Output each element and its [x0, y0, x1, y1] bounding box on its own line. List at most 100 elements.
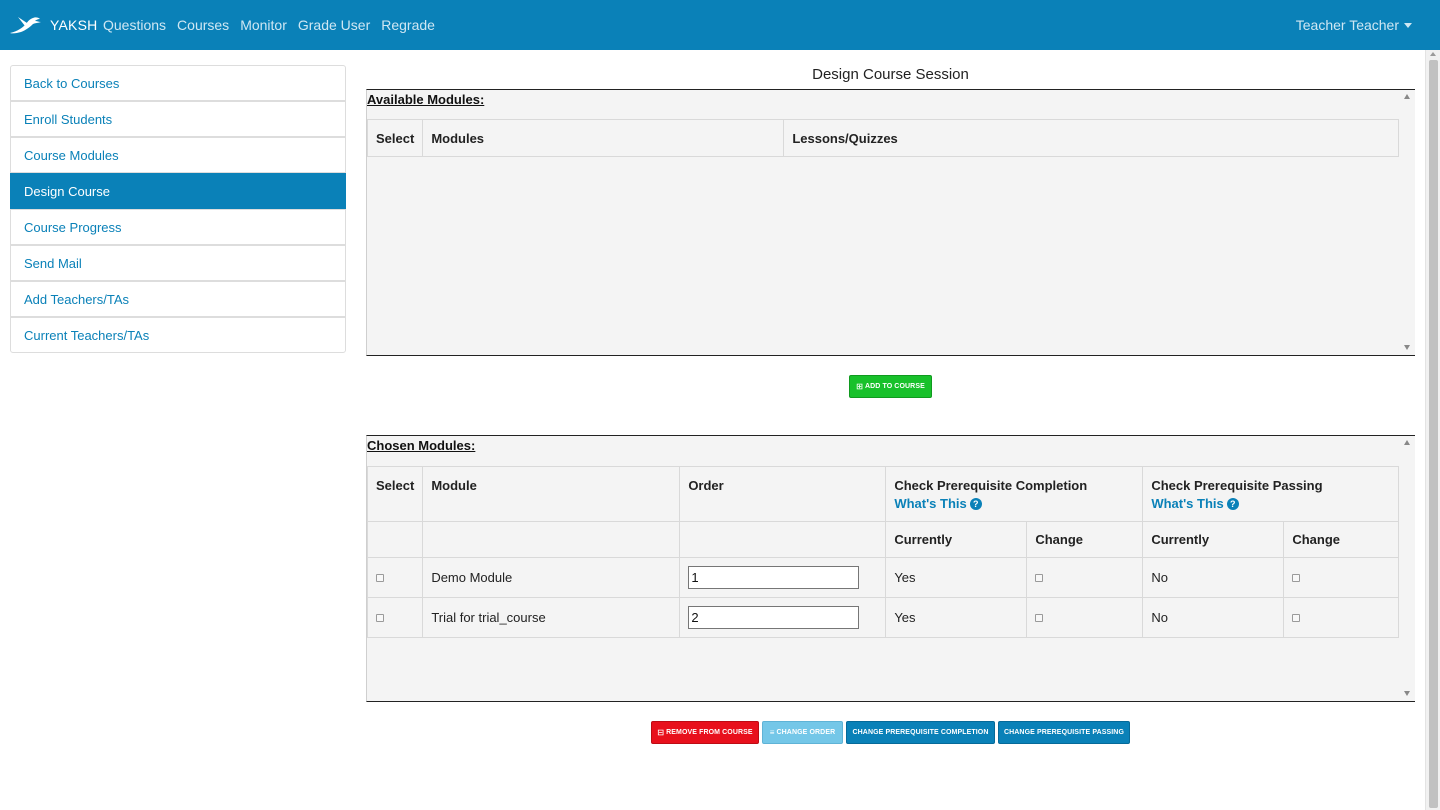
change-prerequisite-completion-button[interactable]: Change prerequisite completion: [846, 721, 995, 744]
sidebar: Back to Courses Enroll Students Course M…: [10, 65, 346, 353]
whats-this-completion-link[interactable]: What's This ?: [894, 496, 1134, 511]
passing-change-checkbox[interactable]: [1292, 574, 1301, 582]
order-input[interactable]: [688, 566, 860, 589]
available-panel-scrollbar[interactable]: [1399, 90, 1415, 355]
completion-currently: Yes: [885, 557, 1028, 598]
page-scrollbar[interactable]: [1425, 50, 1440, 810]
passing-currently: No: [1142, 597, 1285, 638]
empty-cell: [366, 521, 424, 558]
select-cell: [366, 597, 424, 638]
chosen-panel-scrollbar[interactable]: [1399, 436, 1415, 701]
passing-currently-header: Currently: [1142, 521, 1285, 558]
scroll-down-icon[interactable]: [1404, 345, 1410, 350]
passing-currently: No: [1142, 557, 1285, 598]
empty-cell: [679, 521, 887, 558]
minus-square-icon: ⊟: [657, 728, 665, 737]
passing-change-header: Change: [1283, 521, 1399, 558]
remove-from-course-label: Remove from course: [666, 729, 753, 736]
table-header-row: Select Module Order Check Prerequisite C…: [366, 466, 1399, 522]
sidebar-item-design-course[interactable]: Design Course: [10, 173, 346, 209]
scroll-up-icon[interactable]: [1404, 440, 1410, 445]
completion-change-cell: [1026, 557, 1144, 598]
order-cell: [679, 557, 887, 598]
change-order-label: Change order: [776, 729, 836, 736]
order-input[interactable]: [688, 606, 860, 629]
nav-grade-user[interactable]: Grade User: [298, 17, 370, 33]
select-checkbox[interactable]: [376, 614, 384, 622]
completion-currently-header: Currently: [885, 521, 1028, 558]
sidebar-item-course-modules[interactable]: Course Modules: [10, 137, 346, 173]
col-modules: Modules: [422, 119, 785, 157]
nav-courses[interactable]: Courses: [177, 17, 229, 33]
table-header-row: Select Modules Lessons/Quizzes: [366, 119, 1399, 157]
change-order-button[interactable]: ≡ Change order: [762, 721, 843, 744]
sidebar-item-send-mail[interactable]: Send Mail: [10, 245, 346, 281]
whats-this-label: What's This: [1151, 496, 1224, 511]
passing-change-cell: [1283, 557, 1399, 598]
col-select: Select: [366, 466, 424, 522]
change-completion-label: Change prerequisite completion: [852, 729, 989, 736]
sidebar-item-current-teachers[interactable]: Current Teachers/TAs: [10, 317, 346, 353]
whats-this-label: What's This: [894, 496, 967, 511]
prereq-completion-heading: Check Prerequisite Completion: [894, 478, 1088, 493]
top-navbar: YAKSH Questions Courses Monitor Grade Us…: [0, 0, 1440, 50]
question-circle-icon: ?: [1226, 497, 1239, 510]
sidebar-item-add-teachers[interactable]: Add Teachers/TAs: [10, 281, 346, 317]
passing-change-checkbox[interactable]: [1292, 614, 1301, 622]
bars-icon: ≡: [769, 728, 775, 737]
scroll-up-icon[interactable]: [1404, 94, 1410, 99]
empty-cell: [422, 521, 681, 558]
nav-monitor[interactable]: Monitor: [240, 17, 287, 33]
whats-this-passing-link[interactable]: What's This ?: [1151, 496, 1390, 511]
col-prereq-completion: Check Prerequisite Completion What's Thi…: [885, 466, 1144, 522]
brand-name: YAKSH: [50, 17, 98, 33]
module-name: Demo Module: [422, 557, 681, 598]
nav-questions[interactable]: Questions: [103, 17, 166, 33]
add-to-course-button[interactable]: ⊞ Add to course: [849, 375, 932, 398]
chosen-modules-table: Select Module Order Check Prerequisite C…: [366, 466, 1399, 638]
user-name: Teacher Teacher: [1295, 17, 1399, 33]
remove-from-course-button[interactable]: ⊟ Remove from course: [651, 721, 759, 744]
heron-logo-icon: [10, 17, 41, 34]
module-name: Trial for trial_course: [422, 597, 681, 638]
sidebar-item-course-progress[interactable]: Course Progress: [10, 209, 346, 245]
completion-change-header: Change: [1026, 521, 1144, 558]
passing-change-cell: [1283, 597, 1399, 638]
completion-currently: Yes: [885, 597, 1028, 638]
table-subheader-row: Currently Change Currently Change: [366, 521, 1399, 558]
col-lessons-quizzes: Lessons/Quizzes: [783, 119, 1399, 157]
nav-regrade[interactable]: Regrade: [381, 17, 435, 33]
available-modules-table: Select Modules Lessons/Quizzes: [366, 119, 1399, 157]
add-to-course-label: Add to course: [864, 383, 925, 390]
select-checkbox[interactable]: [376, 574, 384, 582]
available-modules-title: Available Modules:: [367, 92, 485, 107]
chosen-modules-title: Chosen Modules:: [367, 438, 476, 453]
change-passing-label: Change prerequisite passing: [1003, 729, 1125, 736]
scrollbar-thumb[interactable]: [1429, 60, 1438, 808]
plus-square-icon: ⊞: [856, 382, 863, 391]
completion-change-checkbox[interactable]: [1035, 614, 1044, 622]
page-title: Design Course Session: [812, 66, 969, 83]
table-row: Demo Module Yes No: [366, 557, 1399, 598]
caret-down-icon: [1404, 22, 1412, 28]
brand-logo[interactable]: YAKSH: [8, 12, 97, 38]
sidebar-item-enroll-students[interactable]: Enroll Students: [10, 101, 346, 137]
available-modules-panel: Available Modules: Select Modules Lesson…: [366, 89, 1415, 356]
col-module: Module: [422, 466, 681, 522]
completion-change-checkbox[interactable]: [1035, 574, 1044, 582]
select-cell: [366, 557, 424, 598]
col-select: Select: [366, 119, 424, 157]
question-circle-icon: ?: [969, 497, 982, 510]
sidebar-item-back-to-courses[interactable]: Back to Courses: [10, 65, 346, 101]
scroll-up-icon[interactable]: [1430, 52, 1436, 56]
table-row: Trial for trial_course Yes No: [366, 597, 1399, 638]
chosen-modules-panel: Chosen Modules: Select Module Order Chec…: [366, 435, 1415, 702]
completion-change-cell: [1026, 597, 1144, 638]
user-menu[interactable]: Teacher Teacher: [1296, 0, 1412, 50]
scroll-down-icon[interactable]: [1404, 691, 1410, 696]
change-prerequisite-passing-button[interactable]: Change prerequisite passing: [998, 721, 1130, 744]
col-prereq-passing: Check Prerequisite Passing What's This ?: [1142, 466, 1399, 522]
order-cell: [679, 597, 887, 638]
prereq-passing-heading: Check Prerequisite Passing: [1151, 478, 1323, 493]
col-order: Order: [679, 466, 887, 522]
